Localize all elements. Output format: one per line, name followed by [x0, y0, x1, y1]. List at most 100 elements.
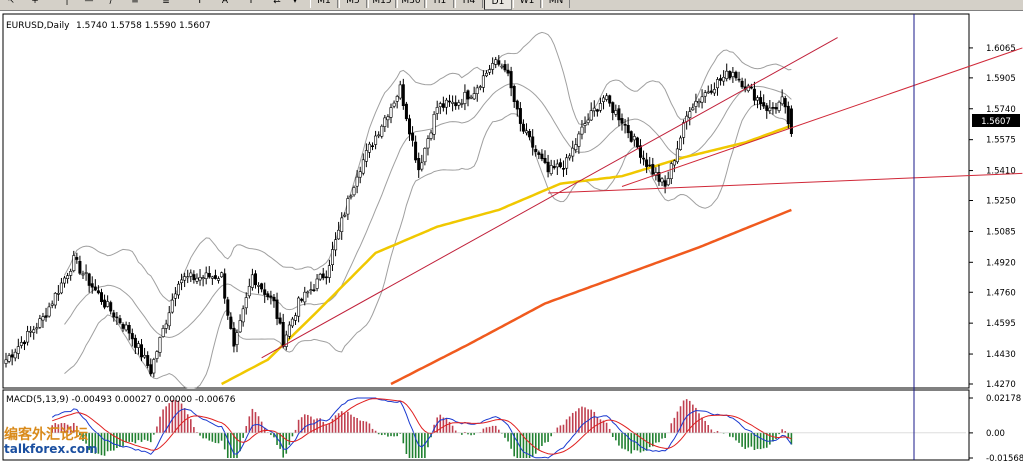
- candle-body: [367, 143, 371, 153]
- candle-body: [81, 273, 85, 276]
- candle-body: [352, 187, 356, 196]
- label-icon[interactable]: T: [244, 0, 258, 8]
- candle-body: [334, 239, 338, 251]
- candle-body: [611, 102, 615, 113]
- candle-body: [469, 96, 473, 99]
- arrow-icon[interactable]: ⇄: [270, 0, 284, 8]
- fibonacci-fan-icon[interactable]: F: [194, 0, 208, 8]
- candle-body: [87, 273, 91, 286]
- candle-body: [506, 69, 510, 74]
- candle-body: [19, 342, 23, 346]
- candle-body: [540, 153, 544, 160]
- candle-body: [260, 283, 264, 290]
- timeframe-h1[interactable]: H1: [426, 0, 454, 8]
- candle-body: [395, 96, 399, 102]
- horizontal-line-icon[interactable]: —: [82, 0, 96, 8]
- candle-body: [198, 276, 202, 281]
- watermark-url: talkforex.com: [4, 442, 98, 456]
- candle-body: [411, 132, 415, 141]
- price-tick-label: 1.5085: [986, 227, 1016, 237]
- candle-body: [518, 108, 522, 124]
- channel-icon[interactable]: ≡: [128, 0, 142, 8]
- timeframe-d1[interactable]: D1: [484, 0, 512, 10]
- candle-body: [75, 257, 79, 260]
- trendline-icon[interactable]: ∕: [104, 0, 118, 8]
- candle-body: [100, 292, 104, 302]
- candle-body: [737, 78, 741, 81]
- candle-body: [4, 359, 8, 364]
- candle-body: [66, 275, 70, 280]
- candle-body: [26, 331, 30, 343]
- candle-body: [223, 273, 227, 299]
- cursor-icon[interactable]: ↖: [4, 0, 18, 8]
- timeframe-m15[interactable]: M15: [368, 0, 396, 8]
- candle-body: [660, 178, 664, 183]
- candle-body: [755, 97, 759, 101]
- candle-body: [583, 123, 587, 126]
- dropdown-icon[interactable]: ▾: [288, 0, 302, 8]
- candle-body: [121, 323, 125, 329]
- candle-body: [118, 318, 122, 324]
- candle-body: [531, 136, 535, 148]
- candle-body: [377, 134, 381, 137]
- candle-body: [41, 316, 45, 321]
- candle-body: [158, 337, 162, 353]
- candle-body: [7, 355, 11, 362]
- candle-body: [337, 229, 341, 240]
- timeframe-h4[interactable]: H4: [455, 0, 483, 8]
- candle-body: [241, 308, 245, 323]
- candle-body: [293, 315, 297, 321]
- candle-body: [725, 70, 729, 80]
- timeframe-m1[interactable]: M1: [310, 0, 338, 8]
- candle-body: [694, 101, 698, 107]
- crosshair-icon[interactable]: +: [28, 0, 42, 8]
- macd-title: MACD(5,13,9) -0.00493 0.00027 0.00000 -0…: [6, 395, 236, 405]
- candle-body: [586, 119, 590, 123]
- candle-body: [703, 92, 707, 97]
- candle-body: [207, 272, 211, 278]
- candle-body: [429, 132, 433, 139]
- candle-body: [318, 273, 322, 280]
- price-tick-label: 1.5575: [986, 136, 1016, 146]
- candle-body: [392, 102, 396, 107]
- vertical-line-icon[interactable]: |: [60, 0, 74, 8]
- candle-body: [287, 324, 291, 337]
- candle-body: [598, 103, 602, 111]
- candle-body: [290, 318, 294, 327]
- candle-body: [561, 168, 565, 170]
- candle-body: [605, 95, 609, 100]
- timeframe-m5[interactable]: M5: [339, 0, 367, 8]
- candle-body: [50, 303, 54, 306]
- candle-body: [460, 103, 464, 105]
- timeframe-m30[interactable]: M30: [397, 0, 425, 8]
- candle-body: [146, 355, 150, 366]
- candle-body: [389, 107, 393, 118]
- candle-body: [648, 164, 652, 167]
- price-tick-label: 1.5905: [986, 74, 1016, 84]
- candle-body: [666, 178, 670, 186]
- candle-body: [740, 80, 744, 88]
- timeframe-w1[interactable]: W1: [513, 0, 541, 8]
- candle-body: [768, 107, 772, 111]
- timeframe-mn[interactable]: MN: [542, 0, 570, 8]
- candle-body: [691, 107, 695, 111]
- candle-body: [217, 278, 221, 281]
- candle-body: [515, 100, 519, 110]
- candle-body: [303, 291, 307, 303]
- candle-body: [700, 96, 704, 103]
- price-tick-label: 1.4760: [986, 288, 1016, 298]
- price-tick-label: 1.4920: [986, 258, 1016, 268]
- text-tool-button[interactable]: A: [218, 0, 232, 8]
- candle-body: [229, 316, 233, 329]
- candle-body: [38, 318, 42, 328]
- candle-body: [706, 91, 710, 94]
- candle-body: [524, 130, 528, 134]
- candle-body: [509, 71, 513, 89]
- fibonacci-icon[interactable]: ≣: [158, 0, 174, 8]
- candle-body: [734, 71, 738, 79]
- candle-body: [343, 214, 347, 217]
- candle-body: [543, 158, 547, 163]
- candle-body: [669, 163, 673, 180]
- candle-body: [254, 273, 258, 286]
- candle-body: [170, 299, 174, 313]
